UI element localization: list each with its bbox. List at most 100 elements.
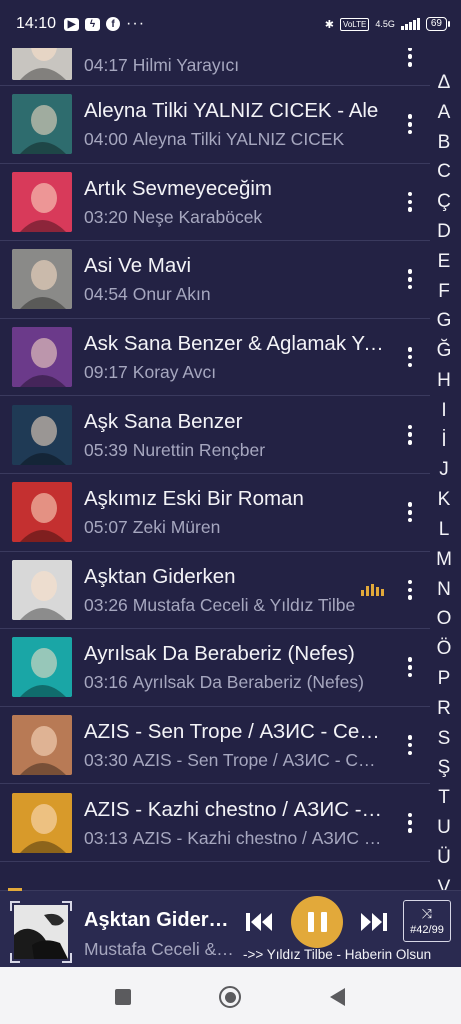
status-time: 14:10 <box>16 15 57 32</box>
more-vert-icon[interactable] <box>402 732 418 758</box>
track-duration: 04:54 <box>84 284 128 305</box>
alphabet-letter[interactable]: I <box>441 396 446 426</box>
player-album-art[interactable] <box>10 901 72 963</box>
system-nav-bar <box>0 967 461 1024</box>
back-button[interactable] <box>330 988 345 1006</box>
track-artist: Hilmi Yarayıcı <box>132 54 240 75</box>
track-artist: Ayrılsak Da Beraberiz (Nefes) <box>132 672 364 693</box>
network-type: 4.5G <box>375 19 395 29</box>
track-duration: 03:26 <box>84 594 128 615</box>
track-subtitle: 03:20 Neşe Karaböcek <box>84 206 384 228</box>
more-vert-icon[interactable] <box>402 189 418 215</box>
more-vert-icon[interactable] <box>402 422 418 448</box>
more-vert-icon[interactable] <box>402 577 418 603</box>
skip-next-icon[interactable] <box>359 909 391 935</box>
track-meta: Aşk Sana Benzer 05:39 Nurettin Rençber <box>84 409 384 461</box>
alphabet-letter[interactable]: C <box>437 157 451 187</box>
album-art <box>12 171 72 232</box>
alphabet-letter[interactable]: D <box>437 217 451 247</box>
recents-button[interactable] <box>115 989 131 1005</box>
track-meta: Aleyna Tilki YALNIZ CICEK - Ale 04:00 Aley… <box>84 98 384 150</box>
shuffle-button[interactable]: ⤨ #42/99 <box>403 900 451 942</box>
skip-previous-icon[interactable] <box>244 909 276 935</box>
bluetooth-icon: ✱ <box>324 18 334 31</box>
more-vert-icon[interactable] <box>402 344 418 370</box>
track-artist: Koray Avcı <box>132 362 217 383</box>
album-art <box>12 792 72 853</box>
track-row[interactable]: AZIS - Sen Trope / АЗИС - Сен Тропе03:30… <box>0 707 430 785</box>
track-row[interactable]: Aşk Sana Benzer 05:39 Nurettin Rençber <box>0 396 430 474</box>
alphabet-letter[interactable]: M <box>436 545 452 575</box>
alphabet-letter[interactable]: G <box>437 306 452 336</box>
alphabet-letter[interactable]: B <box>438 128 451 158</box>
alphabet-letter[interactable]: Ç <box>437 187 451 217</box>
alphabet-letter[interactable]: Ö <box>437 634 452 664</box>
alphabet-letter[interactable]: J <box>439 455 449 485</box>
alphabet-letter[interactable]: E <box>438 247 451 277</box>
track-row[interactable]: Ayrılsak Da Beraberiz (Nefes) 03:16 Ayrıls… <box>0 629 430 707</box>
album-art <box>12 559 72 620</box>
track-title: AZIS - Kazhi chestno / АЗИС - Кажи честн… <box>84 797 384 821</box>
alphabet-letter[interactable]: Ş <box>438 753 451 783</box>
alphabet-letter[interactable]: O <box>437 604 452 634</box>
track-row[interactable]: Ask Sana Benzer & Aglamak Yok 09:17 Koray … <box>0 319 430 397</box>
alphabet-letter[interactable]: Ğ <box>437 336 452 366</box>
alphabet-letter[interactable]: R <box>437 694 451 724</box>
track-row[interactable]: Asi Ve Mavi 04:54 Onur Akın <box>0 241 430 319</box>
next-track-ticker: ->> Yıldız Tilbe - Haberin Olsun <box>243 947 432 962</box>
track-duration: 03:30 <box>84 750 128 771</box>
track-list[interactable]: Al Beni Yar04:17Hilmi YarayıcıAleyna Til… <box>0 19 430 862</box>
player-artist[interactable]: Mustafa Ceceli & Yıldız Tilbe <box>84 939 234 960</box>
track-row[interactable]: Aşkımız Eski Bir Roman 05:07 Zeki Müren <box>0 474 430 552</box>
home-button[interactable] <box>219 986 241 1008</box>
more-vert-icon[interactable] <box>402 499 418 525</box>
more-vert-icon[interactable] <box>402 111 418 137</box>
mini-player[interactable]: Aşktan Giderken Mustafa Ceceli & Yıldız … <box>0 888 461 967</box>
track-row[interactable]: Aleyna Tilki YALNIZ CICEK - Ale 04:00 Aley… <box>0 86 430 164</box>
alphabet-letter[interactable]: T <box>438 783 450 813</box>
pause-icon <box>307 912 314 932</box>
alphabet-letter[interactable]: N <box>437 575 451 605</box>
player-title[interactable]: Aşktan Giderken <box>84 909 234 932</box>
track-title: Aşk Sana Benzer <box>84 409 243 433</box>
track-duration: 05:39 <box>84 439 128 460</box>
track-duration: 09:17 <box>84 362 128 383</box>
album-art <box>12 327 72 388</box>
track-subtitle: 03:13AZIS - Kazhi chestno / АЗИС - Кажи … <box>84 827 384 849</box>
track-row[interactable]: Aşktan Giderken 03:26 Mustafa Ceceli & Yıl… <box>0 552 430 630</box>
track-subtitle: 03:30AZIS - Sen Trope / АЗИС - Сен Тропе <box>84 749 384 771</box>
alphabet-letter[interactable]: K <box>438 485 451 515</box>
track-meta: Aşkımız Eski Bir Roman 05:07 Zeki Müren <box>84 486 384 538</box>
facebook-icon: f <box>106 17 121 31</box>
track-title: Aşkımız Eski Bir Roman <box>84 487 304 511</box>
more-vert-icon[interactable] <box>402 266 418 292</box>
album-art <box>12 637 72 698</box>
pause-button[interactable] <box>291 896 343 948</box>
alphabet-letter[interactable]: H <box>437 366 451 396</box>
track-duration: 03:16 <box>84 672 128 693</box>
alphabet-letter[interactable]: L <box>439 515 450 545</box>
album-art <box>12 404 72 465</box>
alphabet-letter[interactable]: F <box>438 277 450 307</box>
alphabet-letter[interactable]: Δ <box>438 68 451 98</box>
track-title: AZIS - Sen Trope / АЗИС - Сен Тропе <box>84 720 384 744</box>
track-row[interactable]: AZIS - Kazhi chestno / АЗИС - Кажи честн… <box>0 784 430 862</box>
track-artist: AZIS - Sen Trope / АЗИС - Сен Тропе <box>132 750 384 771</box>
track-title: Asi Ve Mavi <box>84 254 192 278</box>
alphabet-letter[interactable]: P <box>438 664 451 694</box>
alphabet-letter[interactable]: Ü <box>437 843 451 873</box>
track-artist: Mustafa Ceceli & Yıldız Tilbe <box>132 594 356 615</box>
alphabet-letter[interactable]: İ <box>441 426 446 456</box>
alphabet-letter[interactable]: S <box>438 724 451 754</box>
alphabet-letter[interactable]: U <box>437 813 451 843</box>
alphabet-index[interactable]: ΔABCÇDEFGĞHIİJKLMNOÖPRSŞTUÜVY <box>430 68 458 932</box>
equalizer-icon <box>361 583 384 596</box>
status-bar: 14:10 ▶ ϟ f ··· ✱ VoLTE 4.5G 69 <box>0 0 461 48</box>
track-row[interactable]: Artık Sevmeyeceğim 03:20 Neşe Karaböcek <box>0 164 430 242</box>
alphabet-letter[interactable]: A <box>438 98 451 128</box>
more-vert-icon[interactable] <box>402 654 418 680</box>
track-meta: AZIS - Kazhi chestno / АЗИС - Кажи честн… <box>84 797 384 849</box>
more-vert-icon[interactable] <box>402 810 418 836</box>
shuffle-icon: ⤨ <box>421 905 433 921</box>
signal-icon <box>400 18 420 30</box>
